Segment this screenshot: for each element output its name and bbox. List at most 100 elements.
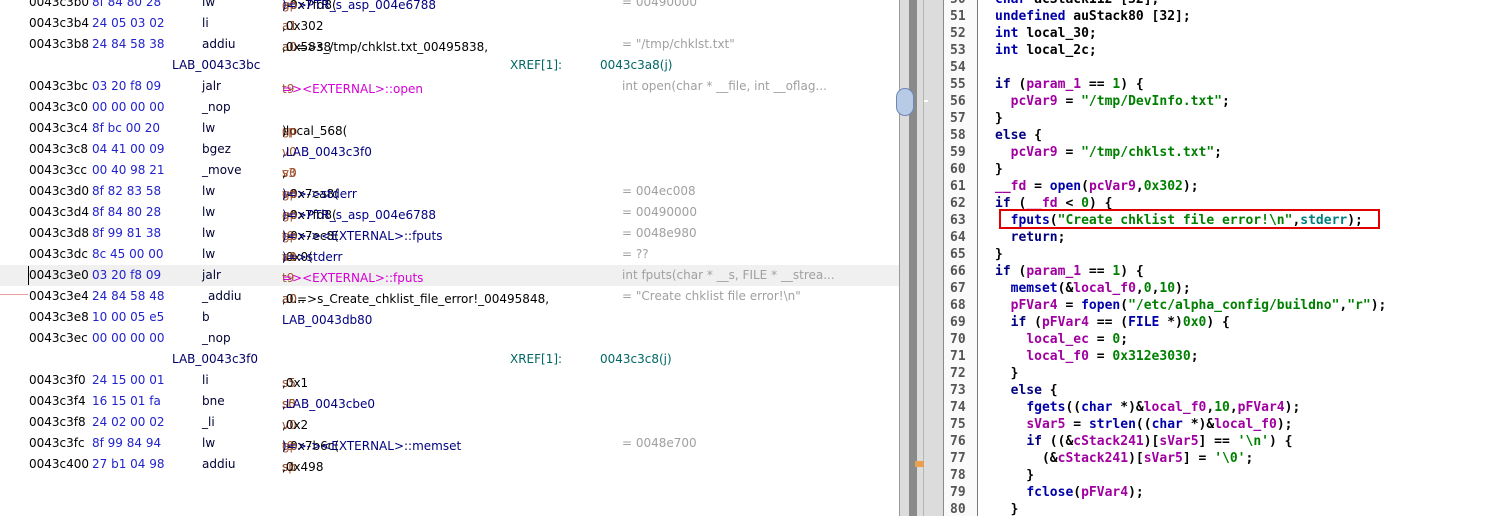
- code-text[interactable]: memset(&local_f0,0,10);: [995, 281, 1191, 296]
- instruction-address[interactable]: 0043c3b8: [29, 37, 89, 51]
- instruction-mnemonic[interactable]: b: [202, 310, 210, 324]
- code-text[interactable]: char acStack112 [32];: [995, 0, 1159, 7]
- listing-row[interactable]: 0043c3d8 8f 99 81 38 lw t9 ,-0x7ec8(gp)=>-><…: [0, 223, 899, 244]
- instruction-mnemonic[interactable]: lw: [202, 436, 215, 450]
- instruction-address[interactable]: 0043c3fc: [29, 436, 85, 450]
- instruction-address[interactable]: 0043c3f8: [29, 415, 86, 429]
- instruction-address[interactable]: 0043c3d0: [29, 184, 89, 198]
- listing-row[interactable]: 0043c3d4 8f 84 80 28 lw a0 ,-0x7fd8(gp)=>PTR…: [0, 202, 899, 223]
- instruction-address[interactable]: 0043c3e4: [29, 289, 89, 303]
- code-text[interactable]: fclose(pFVar4);: [995, 485, 1143, 500]
- code-text[interactable]: if (param_1 == 1) {: [995, 77, 1144, 92]
- listing-label-row[interactable]: LAB_0043c3bc XREF[1]: 0043c3a8(j): [0, 55, 899, 76]
- code-text[interactable]: pcVar9 = "/tmp/DevInfo.txt";: [995, 94, 1230, 109]
- decompiler-line[interactable]: 70 local_ec = 0;: [944, 332, 1497, 349]
- listing-row[interactable]: 0043c3c4 8f bc 00 20 lw gp ,local_568(sp): [0, 118, 899, 139]
- decompiler-line[interactable]: 61 __fd = open(pcVar9,0x302);: [944, 179, 1497, 196]
- code-label[interactable]: LAB_0043c3bc: [172, 58, 260, 72]
- instruction-mnemonic[interactable]: jalr: [202, 79, 221, 93]
- listing-row[interactable]: 0043c3dc 8c 45 00 00 lw a1,0x0(v0)=>stderr =…: [0, 244, 899, 265]
- code-text[interactable]: }: [995, 366, 1019, 381]
- scroll-thumb[interactable]: [896, 88, 914, 116]
- instruction-mnemonic[interactable]: lw: [202, 0, 215, 9]
- instruction-address[interactable]: 0043c3e0: [29, 268, 89, 282]
- listing-row[interactable]: 0043c400 27 b1 04 98 addiu s1, sp ,0x498: [0, 454, 899, 475]
- instruction-mnemonic[interactable]: _li: [202, 415, 215, 429]
- instruction-mnemonic[interactable]: lw: [202, 184, 215, 198]
- code-text[interactable]: if ((&cStack241)[sVar5] == '\n') {: [995, 434, 1292, 449]
- instruction-address[interactable]: 0043c3c4: [29, 121, 88, 135]
- instruction-address[interactable]: 0043c3b0: [29, 0, 89, 9]
- instruction-mnemonic[interactable]: lw: [202, 121, 215, 135]
- listing-row[interactable]: 0043c3e0 03 20 f8 09 jalr t9 =><EXTERNAL>::f…: [0, 265, 899, 286]
- instruction-mnemonic[interactable]: _move: [202, 163, 242, 177]
- listing-row[interactable]: 0043c3f0 24 15 00 01 li s5,0x1: [0, 370, 899, 391]
- instruction-address[interactable]: 0043c3bc: [29, 79, 88, 93]
- code-text[interactable]: local_ec = 0;: [995, 332, 1128, 347]
- decompiler-line[interactable]: 69 if (pFVar4 == (FILE *)0x0) {: [944, 315, 1497, 332]
- code-text[interactable]: local_f0 = 0x312e3030;: [995, 349, 1198, 364]
- decompiler-line[interactable]: 52 int local_30;: [944, 26, 1497, 43]
- decompiler-line[interactable]: 50 char acStack112 [32];: [944, 0, 1497, 9]
- instruction-mnemonic[interactable]: addiu: [202, 457, 236, 471]
- decompiler-line[interactable]: 79 fclose(pFVar4);: [944, 485, 1497, 502]
- listing-row[interactable]: 0043c3b8 24 84 58 38 addiu a0=>s_/tmp/chkls…: [0, 34, 899, 55]
- instruction-mnemonic[interactable]: lw: [202, 226, 215, 240]
- listing-row[interactable]: 0043c3fc 8f 99 84 94 lw t9 ,-0x7b6c(gp)=>-><…: [0, 433, 899, 454]
- instruction-mnemonic[interactable]: jalr: [202, 268, 221, 282]
- instruction-address[interactable]: 0043c3f0: [29, 373, 86, 387]
- instruction-mnemonic[interactable]: lw: [202, 247, 215, 261]
- listing-row[interactable]: 0043c3e8 10 00 05 e5 b LAB_0043db80: [0, 307, 899, 328]
- xref-address[interactable]: 0043c3c8(j): [600, 352, 672, 366]
- code-text[interactable]: }: [995, 162, 1003, 177]
- decompiler-line[interactable]: 57}: [944, 111, 1497, 128]
- instruction-address[interactable]: 0043c3e8: [29, 310, 89, 324]
- instruction-mnemonic[interactable]: bne: [202, 394, 225, 408]
- decompiler-line[interactable]: 67 memset(&local_f0,0,10);: [944, 281, 1497, 298]
- decompiler-line[interactable]: 71 local_f0 = 0x312e3030;: [944, 349, 1497, 366]
- code-text[interactable]: }: [995, 468, 1034, 483]
- decompiler-line[interactable]: 60}: [944, 162, 1497, 179]
- decompiler-line[interactable]: 78 }: [944, 468, 1497, 485]
- decompiler-line[interactable]: 73 else {: [944, 383, 1497, 400]
- code-text[interactable]: __fd = open(pcVar9,0x302);: [995, 179, 1199, 194]
- instruction-mnemonic[interactable]: _addiu: [202, 289, 242, 303]
- code-text[interactable]: pcVar9 = "/tmp/chklst.txt";: [995, 145, 1222, 160]
- code-text[interactable]: else {: [995, 383, 1058, 398]
- overview-bar[interactable]: [909, 0, 917, 516]
- instruction-address[interactable]: 0043c3ec: [29, 331, 88, 345]
- listing-row[interactable]: 0043c3c0 00 00 00 00 _nop: [0, 97, 899, 118]
- instruction-address[interactable]: 0043c400: [29, 457, 89, 471]
- code-text[interactable]: }: [995, 111, 1003, 126]
- decompiler-line[interactable]: 75 sVar5 = strlen((char *)&local_f0);: [944, 417, 1497, 434]
- code-text[interactable]: }: [995, 247, 1003, 262]
- decompiler-line[interactable]: 59 pcVar9 = "/tmp/chklst.txt";: [944, 145, 1497, 162]
- decompiler-line[interactable]: 54: [944, 60, 1497, 77]
- decompiler-line[interactable]: 56 pcVar9 = "/tmp/DevInfo.txt";: [944, 94, 1497, 111]
- decompiler-line[interactable]: 51 undefined auStack80 [32];: [944, 9, 1497, 26]
- code-text[interactable]: (&cStack241)[sVar5] = '\0';: [995, 451, 1253, 466]
- panel-divider[interactable]: [896, 0, 943, 516]
- instruction-address[interactable]: 0043c3d4: [29, 205, 89, 219]
- decompiler-line[interactable]: 72 }: [944, 366, 1497, 383]
- listing-row[interactable]: 0043c3ec 00 00 00 00 _nop: [0, 328, 899, 349]
- instruction-mnemonic[interactable]: _nop: [202, 100, 231, 114]
- code-text[interactable]: undefined auStack80 [32];: [995, 9, 1191, 24]
- instruction-address[interactable]: 0043c3cc: [29, 163, 87, 177]
- code-text[interactable]: pFVar4 = fopen("/etc/alpha_config/buildn…: [995, 298, 1387, 313]
- instruction-mnemonic[interactable]: li: [202, 16, 209, 30]
- instruction-address[interactable]: 0043c3c0: [29, 100, 88, 114]
- decompiler-line[interactable]: 80 }: [944, 502, 1497, 516]
- decompiler-line[interactable]: 53 int local_2c;: [944, 43, 1497, 60]
- code-text[interactable]: if (pFVar4 == (FILE *)0x0) {: [995, 315, 1230, 330]
- listing-row[interactable]: 0043c3b4 24 05 03 02 li a1,0x302: [0, 13, 899, 34]
- decompiler-line[interactable]: 77 (&cStack241)[sVar5] = '\0';: [944, 451, 1497, 468]
- decompiler-line[interactable]: 55 if (param_1 == 1) {: [944, 77, 1497, 94]
- decompiler-line[interactable]: 58 else {: [944, 128, 1497, 145]
- instruction-mnemonic[interactable]: lw: [202, 205, 215, 219]
- decompiler-line[interactable]: 64 return;: [944, 230, 1497, 247]
- listing-row[interactable]: 0043c3e4 24 84 58 48 _addiu a0=>s_Create_ch…: [0, 286, 899, 307]
- code-text[interactable]: fgets((char *)&local_f0,10,pFVar4);: [995, 400, 1300, 415]
- listing-label-row[interactable]: LAB_0043c3f0 XREF[1]: 0043c3c8(j): [0, 349, 899, 370]
- instruction-address[interactable]: 0043c3c8: [29, 142, 88, 156]
